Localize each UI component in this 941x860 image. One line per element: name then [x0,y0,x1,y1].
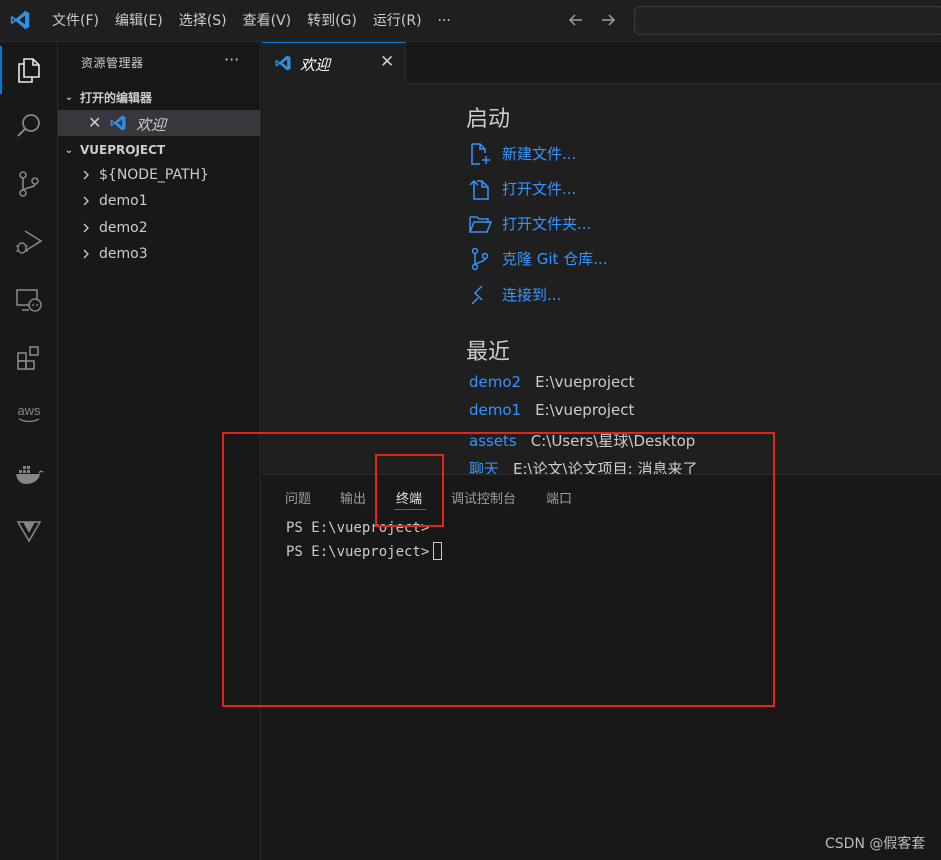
open-editors-section-header[interactable]: ⌄ 打开的编辑器 [58,86,261,108]
activity-source-control[interactable] [0,156,58,212]
sidebar-title: 资源管理器 [81,56,144,70]
start-new-file[interactable]: 新建文件... [468,140,576,168]
remote-explorer-icon [16,289,42,312]
vscode-logo-icon [10,10,30,30]
menu-file[interactable]: 文件(F) [44,0,107,42]
start-item-label: 打开文件... [502,180,577,198]
menu-run[interactable]: 运行(R) [365,0,430,42]
tree-item-label: ${NODE_PATH} [99,167,209,183]
recent-item[interactable]: demo2 E:\vueproject [469,373,634,395]
chevron-right-icon [83,249,89,259]
start-item-label: 克隆 Git 仓库... [502,250,608,268]
chevron-right-icon [83,223,89,233]
menu-edit[interactable]: 编辑(E) [107,0,171,42]
open-file-icon [469,179,489,200]
activity-extensions[interactable] [0,330,58,386]
start-connect-to[interactable]: 连接到... [468,281,561,309]
start-item-label: 打开文件夹... [502,215,592,233]
vscode-logo-icon [110,115,126,131]
tree-item-label: demo2 [99,220,148,236]
tree-item-demo3[interactable]: demo3 [58,242,261,268]
open-folder-icon [469,216,492,233]
close-icon[interactable]: ✕ [88,113,101,132]
svg-text:aws: aws [17,403,41,418]
menu-selection[interactable]: 选择(S) [171,0,235,42]
start-heading: 启动 [466,107,511,132]
watermark: CSDN @假客套 [825,836,926,852]
explorer-icon [18,58,40,83]
welcome-page: 启动 新建文件... 打开文件... 打开文件夹... 克隆 Git 仓库... [262,84,941,474]
tree-item-label: demo3 [99,246,148,262]
tab-welcome[interactable]: 欢迎 ✕ [262,42,406,84]
tree-item-demo2[interactable]: demo2 [58,216,261,242]
open-editors-title: 打开的编辑器 [80,90,153,105]
activity-bar: aws [0,42,58,860]
start-clone-git[interactable]: 克隆 Git 仓库... [468,245,608,273]
chevron-right-icon [83,170,89,180]
project-title: VUEPROJECT [80,143,166,157]
source-control-icon [19,171,39,197]
chevron-down-icon: ⌄ [64,144,74,156]
start-item-label: 连接到... [502,286,562,304]
project-section-header[interactable]: ⌄ VUEPROJECT [58,139,261,161]
annotation-box-terminal-tab [375,454,444,527]
tab-label: 欢迎 [300,56,331,74]
activity-remote-explorer[interactable] [0,272,58,328]
back-arrow-icon[interactable] [566,10,586,30]
forward-arrow-icon[interactable] [598,10,618,30]
menu-bar: 文件(F) 编辑(E) 选择(S) 查看(V) 转到(G) 运行(R) ··· [44,0,459,42]
activity-search[interactable] [0,98,58,154]
run-debug-icon [16,230,43,254]
command-center-search[interactable] [634,6,941,35]
title-bar: 文件(F) 编辑(E) 选择(S) 查看(V) 转到(G) 运行(R) ··· [0,0,941,42]
start-item-label: 新建文件... [502,145,577,163]
source-control-icon [471,247,489,271]
extensions-icon [17,346,39,370]
recent-item-name[interactable]: demo2 [469,373,521,391]
menu-more[interactable]: ··· [430,0,459,42]
recent-item-path: E:\vueproject [535,373,635,391]
search-icon [17,114,40,137]
close-icon[interactable]: ✕ [380,52,394,72]
activity-run-debug[interactable] [0,214,58,270]
remote-connect-icon [471,285,483,305]
vscode-logo-icon [275,55,291,71]
tree-item-demo1[interactable]: demo1 [58,189,261,215]
chevron-down-icon: ⌄ [64,91,74,103]
recent-item[interactable]: demo1 E:\vueproject [469,401,634,423]
tree-item-label: demo1 [99,193,148,209]
activity-vetur[interactable] [0,502,58,558]
start-open-folder[interactable]: 打开文件夹... [468,210,591,238]
annotation-box-terminal-area [222,432,775,707]
editor-tab-bar: 欢迎 ✕ [262,42,941,84]
activity-docker[interactable] [0,446,58,502]
recent-heading: 最近 [466,340,511,365]
chevron-right-icon [83,196,89,206]
open-editor-label: 欢迎 [136,116,167,134]
activity-explorer[interactable] [0,42,58,98]
sidebar-more-button[interactable]: ··· [224,50,239,69]
menu-view[interactable]: 查看(V) [235,0,300,42]
menu-go[interactable]: 转到(G) [299,0,365,42]
activity-aws[interactable]: aws [0,386,58,442]
vetur-icon [16,521,42,543]
new-file-icon [471,143,490,165]
aws-icon: aws [17,403,41,423]
start-open-file[interactable]: 打开文件... [468,175,576,203]
tree-item-node-path[interactable]: ${NODE_PATH} [58,163,261,189]
recent-item-path: E:\vueproject [535,401,635,419]
docker-icon [16,466,44,484]
recent-item-name[interactable]: demo1 [469,401,521,419]
open-editor-welcome[interactable]: ✕ 欢迎 [58,110,260,136]
